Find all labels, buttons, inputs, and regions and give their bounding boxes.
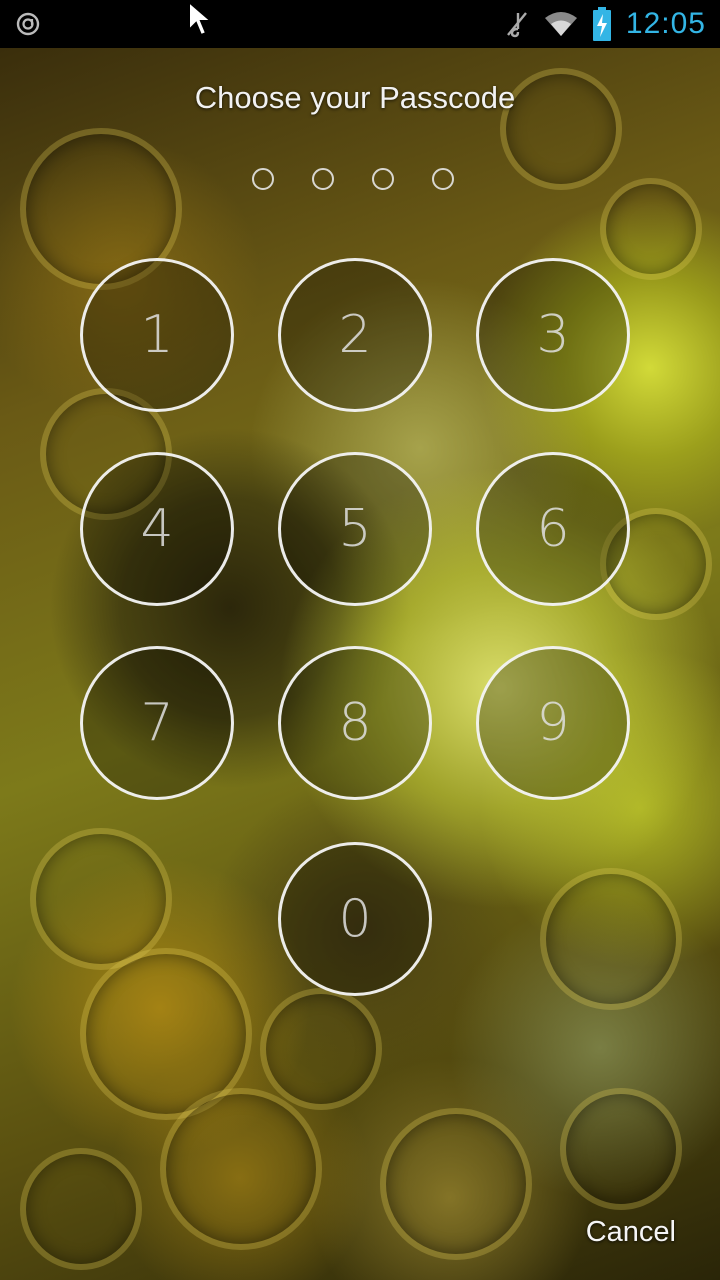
battery-charging-icon: [592, 7, 612, 41]
passcode-dot: [372, 168, 394, 190]
passcode-dot: [312, 168, 334, 190]
status-icons: 12:05: [504, 6, 706, 42]
app-notification-icon: [16, 12, 40, 36]
key-4[interactable]: 4: [80, 452, 234, 606]
passcode-dot: [252, 168, 274, 190]
key-2[interactable]: 2: [278, 258, 432, 412]
key-3[interactable]: 3: [476, 258, 630, 412]
mouse-cursor-icon: [188, 0, 214, 37]
status-clock: 12:05: [625, 7, 706, 40]
wifi-icon: [544, 10, 578, 38]
key-8[interactable]: 8: [278, 646, 432, 800]
passcode-dot: [432, 168, 454, 190]
status-bar: 12:05: [0, 0, 720, 48]
key-7[interactable]: 7: [80, 646, 234, 800]
mute-icon: [504, 9, 530, 39]
passcode-title: Choose your Passcode: [194, 80, 516, 115]
cancel-button[interactable]: Cancel: [586, 1216, 676, 1249]
passcode-indicator: [252, 168, 472, 196]
key-0[interactable]: 0: [278, 842, 432, 996]
key-9[interactable]: 9: [476, 646, 630, 800]
passcode-screen: 12:05 Choose your Passcode 1 2 3 4 5 6 7: [0, 0, 720, 1280]
key-1[interactable]: 1: [80, 258, 234, 412]
key-5[interactable]: 5: [278, 452, 432, 606]
key-6[interactable]: 6: [476, 452, 630, 606]
